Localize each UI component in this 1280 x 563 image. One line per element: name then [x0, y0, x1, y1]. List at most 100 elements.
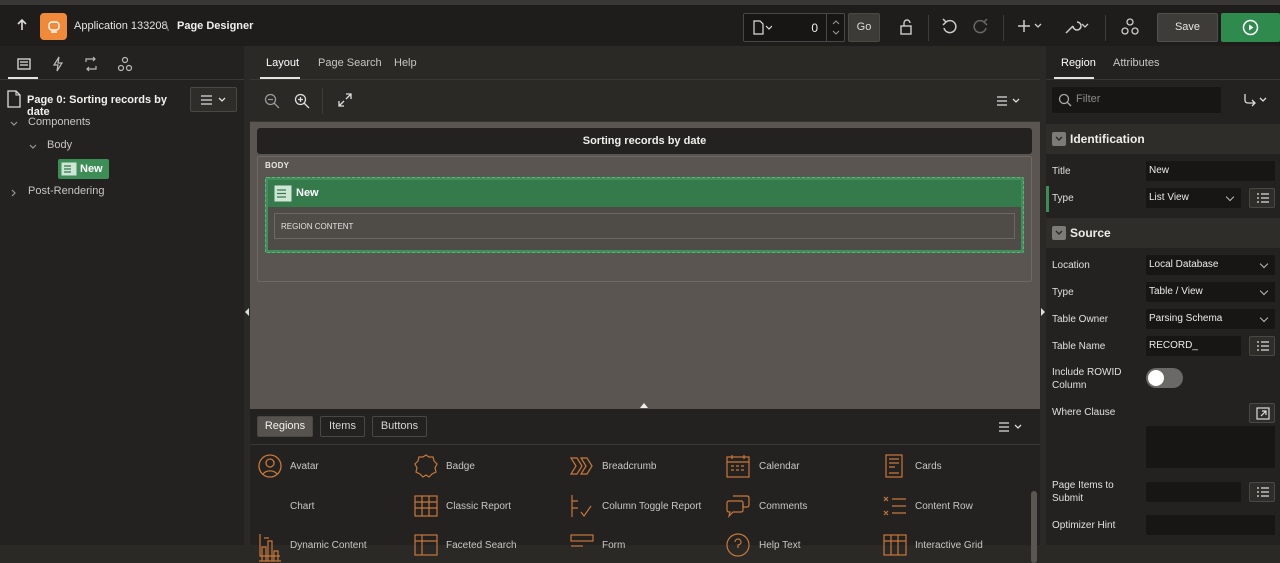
page-header-title[interactable]: Sorting records by date	[257, 128, 1032, 154]
dynamic-content-icon[interactable]	[257, 532, 283, 558]
shared-components-tab-icon[interactable]	[117, 56, 133, 72]
content-row-icon[interactable]	[882, 493, 908, 519]
region-header[interactable]: New	[268, 180, 1021, 207]
include-rowid-toggle[interactable]	[1146, 368, 1183, 388]
search-icon	[1058, 93, 1072, 107]
tab-page-search[interactable]: Page Search	[318, 57, 382, 69]
gallery-menu-icon[interactable]	[998, 421, 1024, 433]
gallery-item-badge[interactable]: Badge	[446, 461, 475, 472]
optimizer-hint-field[interactable]	[1146, 515, 1275, 535]
layout-canvas[interactable]: Sorting records by date BODY New REGION …	[250, 122, 1040, 409]
processing-tab-icon[interactable]	[83, 56, 99, 72]
interactive-grid-icon[interactable]	[882, 532, 908, 558]
layout-menu-icon[interactable]	[996, 95, 1022, 107]
source-type-select[interactable]: Table / View	[1146, 282, 1275, 302]
redo-icon[interactable]	[970, 17, 992, 39]
region-content-slot[interactable]: REGION CONTENT	[274, 213, 1015, 239]
gallery-item-comments[interactable]: Comments	[759, 501, 807, 512]
classic-report-icon[interactable]	[413, 493, 439, 519]
undo-icon[interactable]	[940, 17, 962, 39]
tree-region-new[interactable]: New	[58, 159, 109, 179]
collapse-chevron-icon	[1052, 132, 1066, 146]
region-type-select[interactable]: List View	[1146, 188, 1241, 208]
region-new[interactable]: New REGION CONTENT	[265, 177, 1024, 253]
help-text-icon[interactable]	[725, 532, 751, 558]
tab-attributes[interactable]: Attributes	[1113, 57, 1159, 69]
property-filter[interactable]	[1052, 87, 1221, 113]
app-title-link[interactable]: Application 133208	[74, 20, 168, 32]
splitter-up-arrow-icon[interactable]	[640, 403, 648, 408]
gallery-item-dynamic-content[interactable]: Dynamic Content	[290, 540, 367, 551]
dynamic-actions-tab-icon[interactable]	[50, 56, 66, 72]
app-logo-icon[interactable]	[40, 13, 67, 40]
badge-icon[interactable]	[413, 453, 439, 479]
table-name-field[interactable]: RECORD_	[1146, 336, 1241, 356]
form-icon[interactable]	[569, 532, 595, 558]
gallery-item-faceted-search[interactable]: Faceted Search	[446, 540, 517, 551]
gallery-tab-buttons[interactable]: Buttons	[372, 416, 427, 437]
rendering-tab-icon[interactable]	[16, 56, 32, 72]
gallery-item-form[interactable]: Form	[602, 540, 625, 551]
faceted-search-icon[interactable]	[413, 532, 439, 558]
page-items-picker-button[interactable]	[1249, 482, 1275, 502]
table-owner-select[interactable]: Parsing Schema	[1146, 309, 1275, 329]
cards-icon[interactable]	[882, 453, 908, 479]
gallery-item-calendar[interactable]: Calendar	[759, 461, 800, 472]
breadcrumb-icon[interactable]	[569, 453, 595, 479]
run-page-button[interactable]	[1221, 13, 1280, 42]
gallery-item-chart[interactable]: Chart	[290, 501, 314, 512]
zoom-out-icon[interactable]	[264, 93, 280, 109]
tree-region-label: New	[80, 163, 103, 175]
body-position[interactable]: BODY New REGION CONTENT	[257, 156, 1032, 282]
lock-page-icon[interactable]	[898, 17, 920, 39]
filter-input[interactable]	[1076, 93, 1216, 105]
shared-components-icon[interactable]	[1120, 17, 1142, 39]
source-section-header[interactable]: Source	[1046, 218, 1280, 248]
gallery-item-cards[interactable]: Cards	[915, 461, 942, 472]
gallery-item-breadcrumb[interactable]: Breadcrumb	[602, 461, 656, 472]
save-button[interactable]: Save	[1157, 13, 1218, 42]
chevron-down-icon[interactable]	[9, 119, 19, 129]
tab-region[interactable]: Region	[1061, 57, 1096, 69]
page-number-field[interactable]: 0	[743, 13, 845, 42]
tree-page-node[interactable]: Page 0: Sorting records by date	[0, 88, 186, 118]
expand-icon[interactable]	[338, 93, 352, 107]
gallery-tab-items[interactable]: Items	[320, 416, 365, 437]
where-clause-expand-button[interactable]	[1249, 403, 1275, 423]
calendar-icon[interactable]	[725, 453, 751, 479]
tree-components[interactable]: Components	[28, 116, 90, 128]
table-name-picker-button[interactable]	[1249, 336, 1275, 356]
avatar-icon[interactable]	[257, 453, 283, 479]
tab-help[interactable]: Help	[394, 57, 417, 69]
gallery-item-interactive-grid[interactable]: Interactive Grid	[915, 540, 983, 551]
page-items-submit-field[interactable]	[1146, 482, 1241, 502]
arrow-up-icon[interactable]	[14, 17, 30, 33]
tree-body[interactable]: Body	[47, 139, 72, 151]
location-select[interactable]: Local Database	[1146, 255, 1275, 275]
tree-post-rendering[interactable]: Post-Rendering	[28, 185, 104, 197]
page-number-spinner[interactable]	[826, 14, 844, 41]
go-to-group-icon[interactable]	[1243, 92, 1271, 108]
identification-section-header[interactable]: Identification	[1046, 124, 1280, 154]
gallery-item-column-toggle-report[interactable]: Column Toggle Report	[602, 501, 701, 512]
zoom-in-icon[interactable]	[294, 93, 310, 109]
tab-layout[interactable]: Layout	[266, 57, 299, 69]
comments-icon[interactable]	[725, 493, 751, 519]
type-picker-button[interactable]	[1249, 188, 1275, 208]
go-button[interactable]: Go	[848, 13, 880, 42]
utilities-wrench-icon[interactable]	[1063, 17, 1093, 39]
chevron-right-icon[interactable]	[9, 188, 19, 198]
gallery-item-content-row[interactable]: Content Row	[915, 501, 973, 512]
create-menu-icon[interactable]	[1017, 17, 1047, 39]
gallery-tab-regions[interactable]: Regions	[257, 416, 313, 437]
chevron-down-icon[interactable]	[28, 142, 38, 152]
list-picker-icon	[1257, 487, 1269, 497]
tree-view-menu-button[interactable]	[190, 87, 237, 112]
gallery-item-help-text[interactable]: Help Text	[759, 540, 801, 551]
gallery-item-classic-report[interactable]: Classic Report	[446, 501, 511, 512]
gallery-item-avatar[interactable]: Avatar	[290, 461, 319, 472]
where-clause-textarea[interactable]	[1146, 426, 1275, 468]
title-field[interactable]: New	[1146, 161, 1275, 181]
column-toggle-report-icon[interactable]	[569, 493, 595, 519]
gallery-scrollbar[interactable]	[1031, 491, 1037, 563]
